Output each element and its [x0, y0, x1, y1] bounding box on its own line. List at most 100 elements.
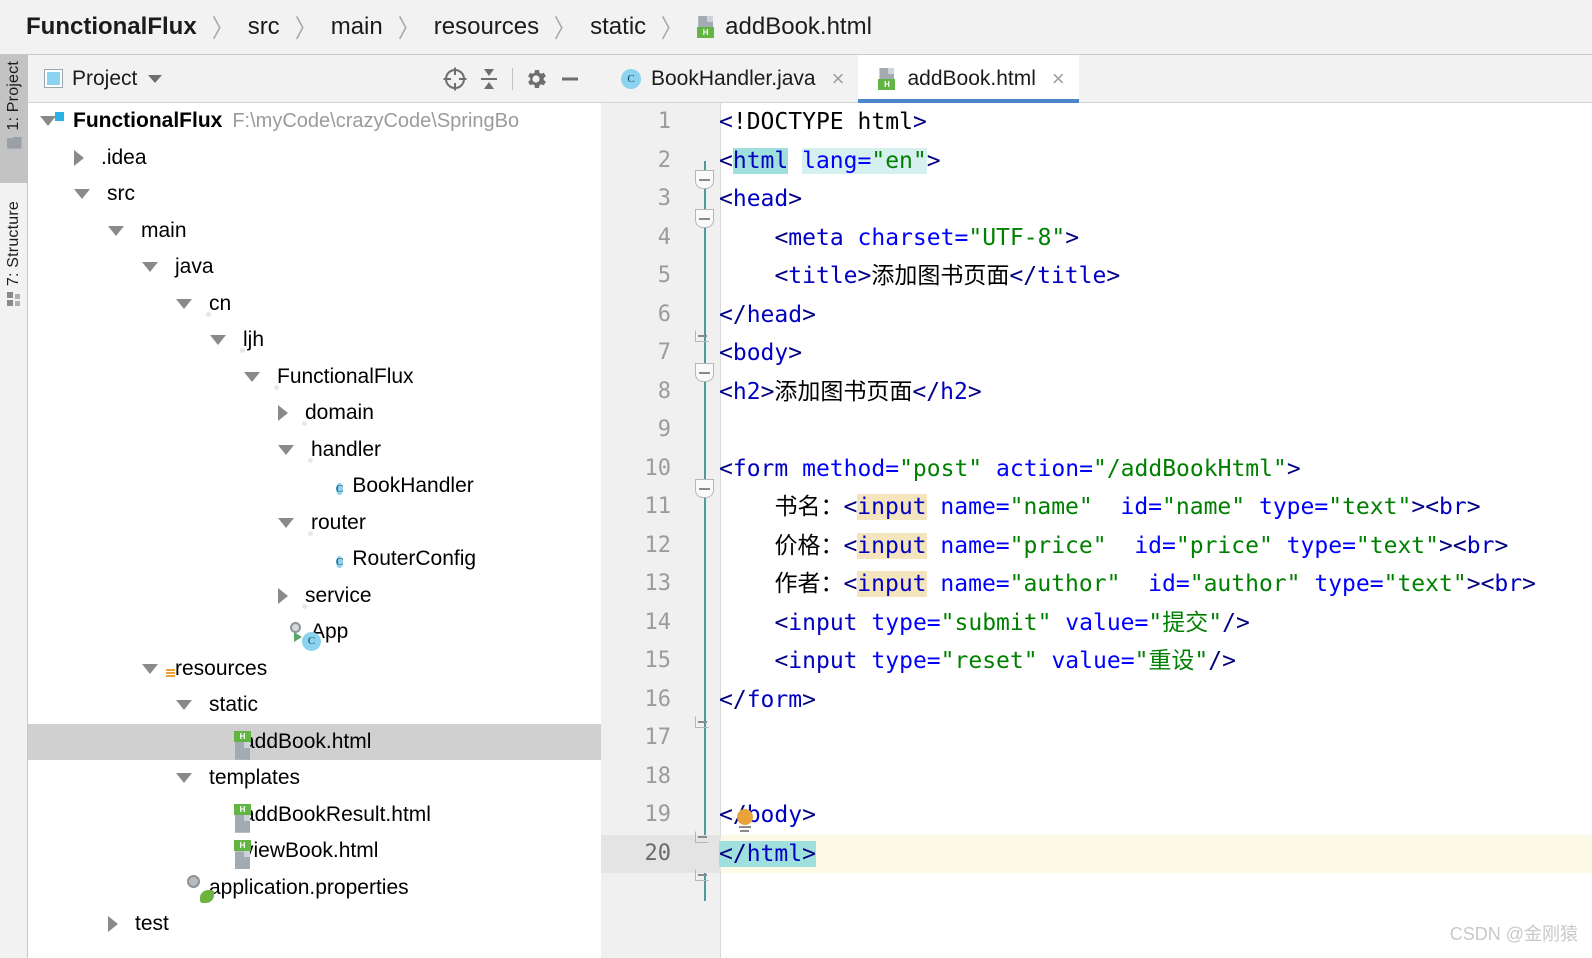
line-number: 15 — [644, 648, 672, 673]
collapse-all-button[interactable] — [472, 62, 506, 96]
fold-marker-form-open[interactable] — [695, 479, 714, 498]
collapse-arrow-icon[interactable] — [108, 916, 118, 933]
fold-marker-body-close[interactable] — [695, 831, 709, 843]
code-line[interactable]: 11 书名：<input name="name" id="name" type=… — [601, 488, 1592, 527]
code-line[interactable]: 3 <head> — [601, 180, 1592, 219]
expand-arrow-icon[interactable] — [176, 700, 192, 711]
breadcrumb-item-static[interactable]: static — [590, 13, 646, 41]
code-text: </body> — [719, 802, 816, 828]
fold-marker-head-open[interactable] — [695, 209, 714, 228]
code-line[interactable]: 5 <title>添加图书页面</title> — [601, 257, 1592, 296]
code-line[interactable]: 13 作者：<input name="author" id="author" t… — [601, 565, 1592, 604]
expand-arrow-icon[interactable] — [108, 225, 124, 236]
breadcrumb-item-main[interactable]: main — [331, 13, 383, 41]
tree-node-service[interactable]: service — [28, 578, 601, 615]
tree-node-resources[interactable]: resources — [28, 651, 601, 688]
fold-marker-html-open[interactable] — [695, 170, 714, 189]
code-line[interactable]: 12 价格：<input name="price" id="price" typ… — [601, 527, 1592, 566]
tree-node-src[interactable]: src — [28, 176, 601, 213]
select-opened-file-button[interactable] — [438, 62, 472, 96]
tool-window-tab-structure-label: 7: Structure — [5, 201, 22, 287]
chevron-down-icon[interactable] — [148, 74, 163, 83]
expand-arrow-icon[interactable] — [278, 517, 294, 528]
tree-node-addbookresult-html[interactable]: HaddBookResult.html — [28, 797, 601, 834]
tree-node-router[interactable]: router — [28, 505, 601, 542]
code-line[interactable]: 1 <!DOCTYPE html> — [601, 103, 1592, 142]
code-line[interactable]: 6 </head> — [601, 296, 1592, 335]
fold-marker-body-open[interactable] — [695, 363, 714, 382]
collapse-arrow-icon[interactable] — [278, 587, 288, 604]
tree-node-ljh[interactable]: ljh — [28, 322, 601, 359]
tree-node-label: RouterConfig — [352, 547, 477, 571]
tree-node-test[interactable]: test — [28, 906, 601, 943]
close-icon[interactable]: × — [832, 67, 845, 90]
breadcrumb-item-resources[interactable]: resources — [434, 13, 539, 41]
settings-button[interactable] — [519, 62, 553, 96]
code-text: <title>添加图书页面</title> — [774, 263, 1121, 289]
expand-arrow-icon[interactable] — [210, 335, 226, 346]
breadcrumb-separator-icon: 〉 — [554, 15, 576, 43]
tool-window-tab-structure[interactable]: 7: Structure — [0, 195, 28, 355]
fold-marker-form-close[interactable] — [695, 716, 709, 728]
expand-arrow-icon[interactable] — [176, 298, 192, 309]
expand-arrow-icon[interactable] — [74, 189, 90, 200]
fold-marker-html-close[interactable] — [695, 869, 709, 881]
code-editor[interactable]: 1 <!DOCTYPE html> 2 <html lang="en"> 3 <head>… — [601, 103, 1592, 958]
code-line[interactable]: 4 <meta charset="UTF-8"> — [601, 219, 1592, 258]
code-text: </form> — [719, 686, 816, 713]
code-line[interactable]: 10 <form method="post" action="/addBookHt… — [601, 450, 1592, 489]
code-line[interactable]: 9 — [601, 411, 1592, 450]
code-line[interactable]: 20 </html> — [601, 834, 1592, 873]
code-text: <input type="submit" value="提交"/> — [774, 609, 1250, 636]
tree-node-static[interactable]: static — [28, 687, 601, 724]
code-line[interactable]: 7 <body> — [601, 334, 1592, 373]
tree-node-bookhandler[interactable]: C BookHandler — [28, 468, 601, 505]
code-line[interactable]: 8 <h2>添加图书页面</h2> — [601, 373, 1592, 412]
intention-bulb-icon[interactable] — [735, 809, 755, 835]
project-tree[interactable]: FunctionalFlux F:\myCode\crazyCode\Spring… — [28, 103, 601, 958]
code-line[interactable]: 14 <input type="submit" value="提交"/> — [601, 604, 1592, 643]
code-line[interactable]: 17 — [601, 719, 1592, 758]
code-text: 价格：<input name="price" id="price" type="… — [774, 532, 1509, 559]
tool-window-tab-project[interactable]: 1: Project — [0, 55, 28, 183]
code-line[interactable]: 16 </form> — [601, 681, 1592, 720]
editor-area: C BookHandler.java × H addBook.html × 1 <… — [601, 55, 1592, 958]
tree-node-java[interactable]: java — [28, 249, 601, 286]
code-line[interactable]: 15 <input type="reset" value="重设"/> — [601, 642, 1592, 681]
tree-node-templates[interactable]: templates — [28, 760, 601, 797]
code-text: </head> — [719, 301, 816, 328]
breadcrumb-item-project[interactable]: FunctionalFlux — [26, 13, 197, 41]
expand-arrow-icon[interactable] — [40, 116, 56, 127]
expand-arrow-icon[interactable] — [176, 773, 192, 784]
tree-node-cn[interactable]: cn — [28, 286, 601, 323]
tree-node-label: domain — [305, 401, 374, 425]
expand-arrow-icon[interactable] — [142, 663, 158, 674]
breadcrumb-item-file[interactable]: H addBook.html — [697, 13, 872, 41]
breadcrumb-item-src[interactable]: src — [248, 13, 280, 41]
expand-arrow-icon[interactable] — [278, 444, 294, 455]
code-line[interactable]: 2 <html lang="en"> — [601, 142, 1592, 181]
tree-node-functionalflux[interactable]: FunctionalFlux F:\myCode\crazyCode\Spring… — [28, 103, 601, 140]
tree-node-main[interactable]: main — [28, 213, 601, 250]
collapse-arrow-icon[interactable] — [278, 405, 288, 422]
tree-node-addbook-html[interactable]: HaddBook.html — [28, 723, 601, 760]
tree-node-application-properties[interactable]: application.properties — [28, 870, 601, 907]
fold-marker-head-close[interactable] — [695, 330, 709, 342]
tree-node-routerconfig[interactable]: C RouterConfig — [28, 541, 601, 578]
code-line[interactable]: 18 — [601, 758, 1592, 797]
tree-node-domain[interactable]: domain — [28, 395, 601, 432]
tree-node-handler[interactable]: handler — [28, 432, 601, 469]
tree-node-app[interactable]: C App — [28, 614, 601, 652]
tree-node-functionalflux[interactable]: FunctionalFlux — [28, 359, 601, 396]
code-text: 作者：<input name="author" id="author" type… — [774, 571, 1536, 597]
tree-node-viewbook-html[interactable]: HviewBook.html — [28, 833, 601, 870]
tree-node--idea[interactable]: .idea — [28, 140, 601, 177]
collapse-arrow-icon[interactable] — [74, 149, 84, 166]
close-icon[interactable]: × — [1052, 67, 1065, 90]
hide-tool-window-button[interactable] — [553, 62, 587, 96]
editor-tab-addbook-html[interactable]: H addBook.html × — [858, 55, 1080, 103]
editor-tab-bookhandler-java[interactable]: C BookHandler.java × — [601, 55, 859, 102]
expand-arrow-icon[interactable] — [244, 371, 260, 382]
expand-arrow-icon[interactable] — [142, 262, 158, 273]
